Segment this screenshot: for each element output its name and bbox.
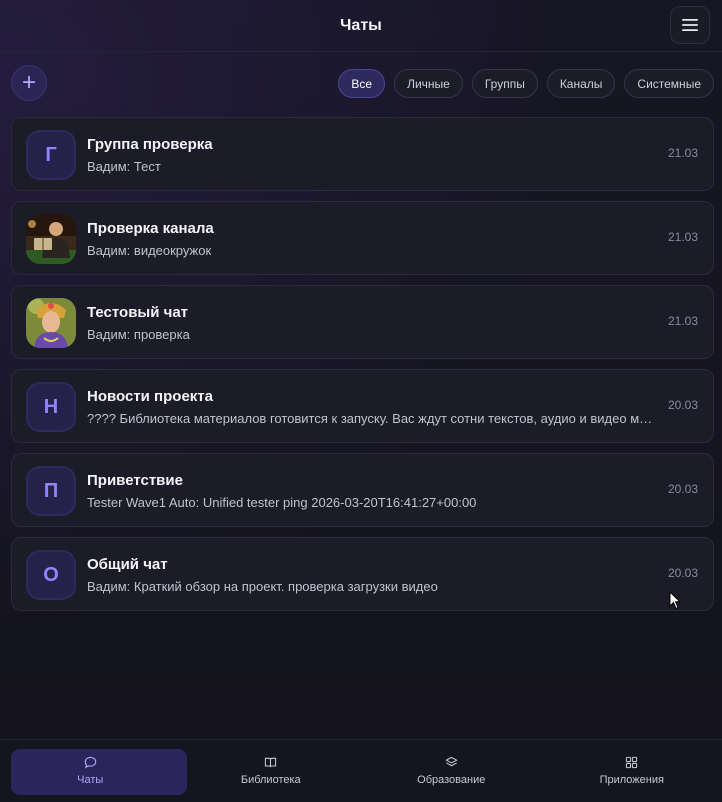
chat-preview: Вадим: Краткий обзор на проект. проверка… [87,579,438,594]
chat-list: Г Группа проверка Вадим: Тест 21.03 Пров… [11,117,714,621]
menu-button[interactable] [670,6,710,44]
chat-preview: Tester Wave1 Auto: Unified tester ping 2… [87,495,477,510]
chat-row[interactable]: Проверка канала Вадим: видеокружок 21.03 [11,201,714,275]
avatar: О [26,550,76,600]
nav-library[interactable]: Библиотека [181,740,362,802]
chat-preview: Вадим: проверка [87,327,190,342]
nav-chats[interactable]: Чаты [0,740,187,802]
chat-preview: Вадим: Тест [87,159,161,174]
app-window: Чаты + Все Личные Группы Каналы Системны… [0,0,722,802]
nav-education[interactable]: Образование [361,740,542,802]
new-chat-button[interactable]: + [11,65,47,101]
page-title: Чаты [340,16,382,34]
chat-name: Группа проверка [87,136,213,153]
book-icon [265,757,277,768]
photo-reader-image [26,214,76,264]
grid-icon [626,756,638,769]
nav-label: Приложения [599,774,664,786]
filter-channels[interactable]: Каналы [546,69,616,98]
chat-date: 20.03 [667,398,698,412]
bottom-navigation: Чаты Библиотека Образование Приложения [0,739,722,802]
chat-preview: ???? Библиотека материалов готовится к з… [87,411,657,426]
nav-label: Библиотека [240,774,301,786]
layers-icon [445,756,458,767]
filter-system[interactable]: Системные [624,69,714,98]
hamburger-icon [682,19,698,31]
filter-all[interactable]: Все [338,69,386,98]
filter-groups[interactable]: Группы [471,69,538,98]
chat-row[interactable]: О Общий чат Вадим: Краткий обзор на прое… [11,537,714,611]
avatar-photo [26,214,76,264]
chat-row[interactable]: П Приветствие Tester Wave1 Auto: Unified… [11,453,714,527]
chat-name: Тестовый чат [87,304,189,321]
chat-row[interactable]: Н Новости проекта ???? Библиотека матери… [11,369,714,443]
chat-date: 21.03 [667,230,698,244]
nav-apps[interactable]: Приложения [542,740,722,802]
chat-name: Проверка канала [87,220,214,237]
avatar: Г [26,130,76,180]
nav-active-highlight [11,749,187,795]
chat-date: 20.03 [667,566,698,580]
filter-personal[interactable]: Личные [394,69,463,98]
chat-date: 20.03 [667,482,698,496]
chat-preview: Вадим: видеокружок [87,243,212,258]
chat-name: Общий чат [87,556,168,573]
chat-name: Новости проекта [87,388,213,405]
photo-woman-image [26,298,76,348]
chat-row[interactable]: Тестовый чат Вадим: проверка 21.03 [11,285,714,359]
chat-date: 21.03 [667,146,698,160]
chat-date: 21.03 [667,314,698,328]
chat-bubble-icon [84,756,97,769]
avatar-photo [26,298,76,348]
avatar: Н [26,382,76,432]
top-bar: Чаты [0,0,722,52]
chat-toolbar: + Все Личные Группы Каналы Системные [0,64,722,102]
mouse-cursor-icon [669,591,681,610]
filter-chips: Все Личные Группы Каналы Системные [338,69,714,98]
nav-label: Образование [417,774,486,786]
avatar: П [26,466,76,516]
chat-name: Приветствие [87,472,183,489]
chat-row[interactable]: Г Группа проверка Вадим: Тест 21.03 [11,117,714,191]
nav-label: Чаты [77,774,104,786]
